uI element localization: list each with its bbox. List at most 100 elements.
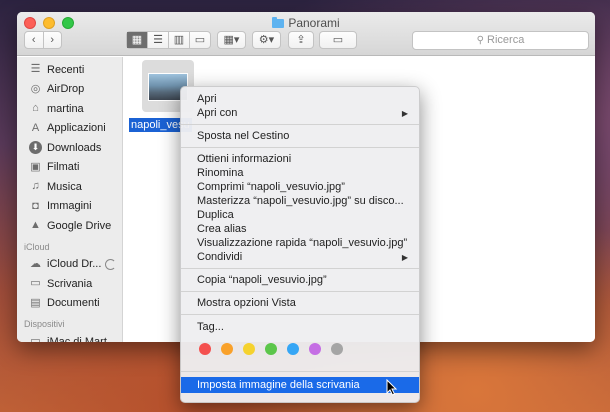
applications-icon: A	[31, 121, 40, 134]
tags-button[interactable]: ▭	[319, 31, 357, 49]
mouse-pointer-icon	[386, 379, 398, 396]
share-button[interactable]: ⇪	[288, 31, 314, 49]
sidebar-item[interactable]: ◎ AirDrop	[17, 80, 122, 100]
tag-color-dot[interactable]	[309, 343, 321, 355]
menu-item-make-alias[interactable]: Crea alias	[181, 222, 419, 237]
menu-item-get-info[interactable]: Ottieni informazioni	[181, 152, 419, 167]
airdrop-icon: ◎	[30, 82, 41, 95]
menu-item-show-view-options[interactable]: Mostra opzioni Vista	[181, 296, 419, 311]
menu-item-open-with-label: Apri con	[197, 107, 238, 119]
menu-item-duplicate[interactable]: Duplica	[181, 208, 419, 223]
menu-item-compress[interactable]: Comprimi “napoli_vesuvio.jpg”	[181, 180, 419, 195]
action-gear-button[interactable]: ⚙▾	[252, 31, 281, 49]
menu-item-move-to-trash[interactable]: Sposta nel Cestino	[181, 129, 419, 144]
sidebar-item-label: Applicazioni	[47, 122, 106, 135]
movies-icon: ▣	[30, 160, 41, 173]
column-view-button[interactable]: ▥	[169, 32, 190, 48]
device-item-label: iMac di Mart	[47, 335, 107, 342]
menu-separator	[181, 291, 419, 292]
icloud-item[interactable]: ☁ iCloud Dr...	[17, 255, 122, 275]
tag-color-dot[interactable]	[265, 343, 277, 355]
search-placeholder: Ricerca	[487, 34, 525, 46]
sidebar-item[interactable]: ▣ Filmati	[17, 158, 122, 178]
tag-color-dot[interactable]	[199, 343, 211, 355]
menu-item-copy[interactable]: Copia “napoli_vesuvio.jpg”	[181, 273, 419, 288]
menu-item-burn-to-disc[interactable]: Masterizza “napoli_vesuvio.jpg” su disco…	[181, 194, 419, 209]
sidebar-item[interactable]: ◘ Immagini	[17, 197, 122, 217]
titlebar: Panorami ‹ › ▦ ☰ ▥ ▭ ▦▾ ⚙▾ ⇪ ▭ ⚲ Ricerca	[17, 12, 595, 56]
sidebar-item-label: Immagini	[47, 200, 92, 213]
sync-progress-icon	[105, 258, 117, 270]
search-icon: ⚲	[476, 35, 484, 46]
sidebar-item[interactable]: ▲ Google Drive	[17, 216, 122, 236]
tag-colors	[199, 343, 343, 355]
window-title-text: Panorami	[288, 16, 340, 30]
icloud-header: iCloud	[24, 241, 50, 252]
forward-button[interactable]: ›	[44, 32, 62, 48]
window-title: Panorami	[17, 16, 595, 30]
submenu-arrow-icon: ▶	[401, 109, 408, 118]
icloud-item[interactable]: ▤ Documenti	[17, 294, 122, 314]
menu-item-open[interactable]: Apri	[181, 92, 419, 107]
tag-color-dot[interactable]	[221, 343, 233, 355]
icloud-icon: ☁	[30, 257, 41, 270]
sidebar-item-label: martina	[47, 102, 84, 115]
icloud-list: ☁ iCloud Dr... ▭ Scrivania ▤ Documenti	[17, 255, 122, 314]
gallery-view-button[interactable]: ▭	[190, 32, 210, 48]
recents-icon: ☰	[30, 63, 41, 76]
tag-color-dot[interactable]	[331, 343, 343, 355]
sidebar-item-label: Google Drive	[47, 219, 112, 232]
search-input[interactable]: ⚲ Ricerca	[412, 31, 589, 50]
icloud-item-label: Documenti	[47, 297, 100, 310]
menu-item-quick-look[interactable]: Visualizzazione rapida “napoli_vesuvio.j…	[181, 236, 419, 251]
tag-color-dot[interactable]	[287, 343, 299, 355]
context-menu: Apri Apri con ▶ Sposta nel Cestino Ottien…	[180, 86, 420, 403]
icloud-item[interactable]: ▭ Scrivania	[17, 274, 122, 294]
icloud-item-label: Scrivania	[47, 277, 93, 290]
menu-separator	[181, 371, 419, 372]
menu-item-share[interactable]: Condividi ▶	[181, 250, 419, 265]
desktop-icon: ▭	[30, 277, 41, 290]
arrange-button[interactable]: ▦▾	[217, 31, 246, 49]
view-mode-buttons: ▦ ☰ ▥ ▭	[126, 31, 211, 49]
menu-item-share-label: Condividi	[197, 251, 243, 263]
device-item[interactable]: ▭ iMac di Mart	[17, 332, 122, 342]
icloud-item-label: iCloud Dr...	[47, 258, 102, 271]
devices-header: Dispositivi	[24, 319, 65, 329]
menu-separator	[181, 268, 419, 269]
sidebar-item-label: AirDrop	[47, 83, 85, 96]
tag-color-dot[interactable]	[243, 343, 255, 355]
sidebar-item[interactable]: ⬇ Downloads	[17, 138, 122, 158]
sidebar-item[interactable]: ⌂ martina	[17, 99, 122, 119]
menu-item-tags[interactable]: Tag...	[181, 320, 419, 335]
folder-icon	[272, 17, 285, 28]
pictures-icon: ◘	[32, 199, 39, 212]
sidebar-item[interactable]: A Applicazioni	[17, 119, 122, 139]
favorites-list: ☰ Recenti ◎ AirDrop ⌂ martina A Applicazioni ⬇ Do…	[17, 57, 122, 236]
sidebar-item[interactable]: ☰ Recenti	[17, 60, 122, 80]
submenu-arrow-icon: ▶	[401, 253, 408, 262]
icon-view-button[interactable]: ▦	[127, 32, 148, 48]
menu-separator	[181, 124, 419, 125]
back-forward-buttons: ‹ ›	[24, 31, 62, 49]
list-view-button[interactable]: ☰	[148, 32, 169, 48]
devices-list: ▭ iMac di Mart	[17, 332, 122, 342]
sidebar-item-label: Filmati	[47, 161, 80, 174]
menu-separator	[181, 147, 419, 148]
imac-icon: ▭	[30, 335, 41, 342]
sidebar-item-label: Downloads	[47, 141, 102, 154]
sidebar-item[interactable]: ♫ Musica	[17, 177, 122, 197]
music-icon: ♫	[31, 180, 40, 193]
google-drive-icon: ▲	[30, 219, 41, 232]
menu-item-rename[interactable]: Rinomina	[181, 166, 419, 181]
documents-icon: ▤	[30, 296, 41, 309]
menu-separator	[181, 314, 419, 315]
sidebar-item-label: Recenti	[47, 63, 85, 76]
menu-item-set-desktop-picture[interactable]: Imposta immagine della scrivania	[181, 377, 419, 393]
sidebar-item-label: Musica	[47, 180, 82, 193]
sidebar: ☰ Recenti ◎ AirDrop ⌂ martina A Applicazioni ⬇ Do…	[17, 57, 123, 342]
back-button[interactable]: ‹	[25, 32, 44, 48]
menu-item-open-with[interactable]: Apri con ▶	[181, 106, 419, 121]
downloads-icon: ⬇	[29, 141, 42, 155]
home-icon: ⌂	[32, 102, 39, 115]
